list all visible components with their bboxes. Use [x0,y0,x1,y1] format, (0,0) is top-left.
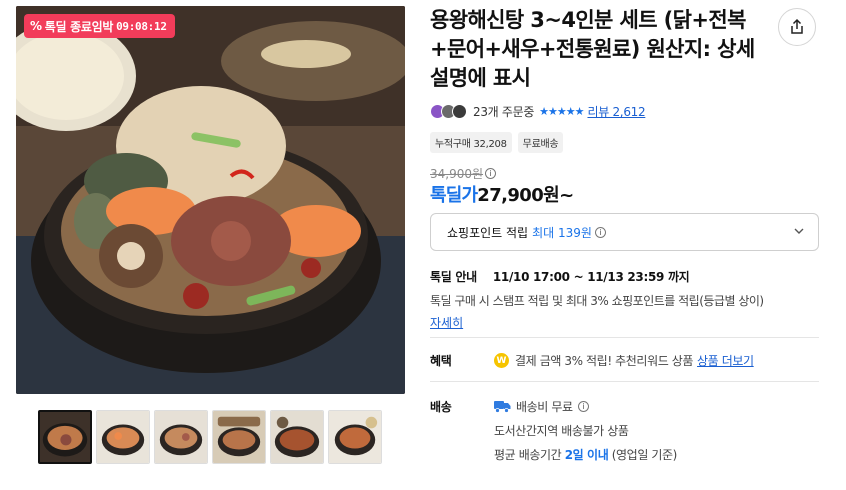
original-price: 34,900원 i [430,165,497,182]
rating-row: 23개 주문중 ★★★★★ 리뷰 2,612 [430,103,646,120]
shipping-section: 배송 배송비 무료 i 도서산간지역 배송불가 상품 평균 배송기간 2일 이내… [430,398,677,463]
tag-cumulative: 누적구매 32,208 [430,132,512,153]
thumbnail-2[interactable] [96,410,150,464]
shipping-average-days: 2일 이내 [564,448,609,462]
product-title: 용왕해신탕 3~4인분 세트 (닭+전복+문어+새우+전통원료) 원산지: 상세… [430,8,755,90]
shipping-average: 평균 배송기간 2일 이내 (영업일 기준) [494,446,677,463]
deal-info-label: 톡딜 안내 [430,270,477,284]
product-main-image[interactable] [16,6,405,394]
product-photo [16,6,405,394]
divider [430,381,819,382]
sale-price-label: 톡딜가 [430,185,478,206]
thumbnail-6[interactable] [328,410,382,464]
sale-price-value: 27,900원~ [477,185,574,206]
benefit-row: 혜택 W 결제 금액 3% 적립! 추천리워드 상품 상품 더보기 [430,352,754,369]
info-icon[interactable]: i [577,401,589,412]
thumbnail-5[interactable] [270,410,324,464]
deal-badge-label: 톡딜 종료임박 [44,19,114,34]
coin-icon: W [494,353,509,368]
benefit-more-link[interactable]: 상품 더보기 [697,352,754,369]
chevron-down-icon [794,228,804,234]
order-count: 23개 주문중 [473,105,535,119]
divider [430,337,819,338]
thumbnail-list [38,410,382,464]
thumbnail-4[interactable] [212,410,266,464]
deal-countdown: 09:08:12 [116,19,167,33]
original-price-value: 34,900원 [430,167,484,181]
percent-icon: % [30,19,42,33]
share-button[interactable] [778,8,816,46]
benefit-text: 결제 금액 3% 적립! 추천리워드 상품 [515,354,694,368]
info-icon[interactable]: i [594,226,606,238]
truck-icon [494,401,511,413]
review-link[interactable]: 리뷰 2,612 [587,103,645,120]
benefit-label: 혜택 [430,354,452,368]
point-dropdown[interactable]: 쇼핑포인트 적립 최대 139원 i [430,213,819,251]
thumbnail-3[interactable] [154,410,208,464]
deal-info: 톡딜 안내 11/10 17:00 ~ 11/13 23:59 까지 톡딜 구매… [430,268,764,331]
sale-price: 톡딜가 27,900원~ [430,181,574,207]
thumbnail-1[interactable] [38,410,92,464]
shipping-label: 배송 [430,400,452,414]
tag-list: 누적구매 32,208 무료배송 [430,132,564,153]
buyer-avatars [430,104,467,119]
deal-more-link[interactable]: 자세히 [430,314,463,331]
deal-description: 톡딜 구매 시 스탬프 적립 및 최대 3% 쇼핑포인트를 적립(등급별 상이) [430,294,764,308]
deal-badge: % 톡딜 종료임박 09:08:12 [24,14,175,38]
star-rating: ★★★★★ [539,105,584,118]
tag-free-shipping: 무료배송 [517,132,564,153]
deal-period: 11/10 17:00 ~ 11/13 23:59 까지 [492,270,690,284]
point-max: 최대 139원 [532,225,592,240]
info-icon[interactable]: i [485,168,497,179]
point-label: 쇼핑포인트 적립 [447,225,529,240]
shipping-average-note: (영업일 기준) [611,448,678,462]
shipping-fee: 배송비 무료 [516,400,573,414]
shipping-region: 도서산간지역 배송불가 상품 [494,424,629,438]
avatar [452,104,467,119]
shipping-average-label: 평균 배송기간 [494,448,562,462]
share-icon [791,18,803,34]
